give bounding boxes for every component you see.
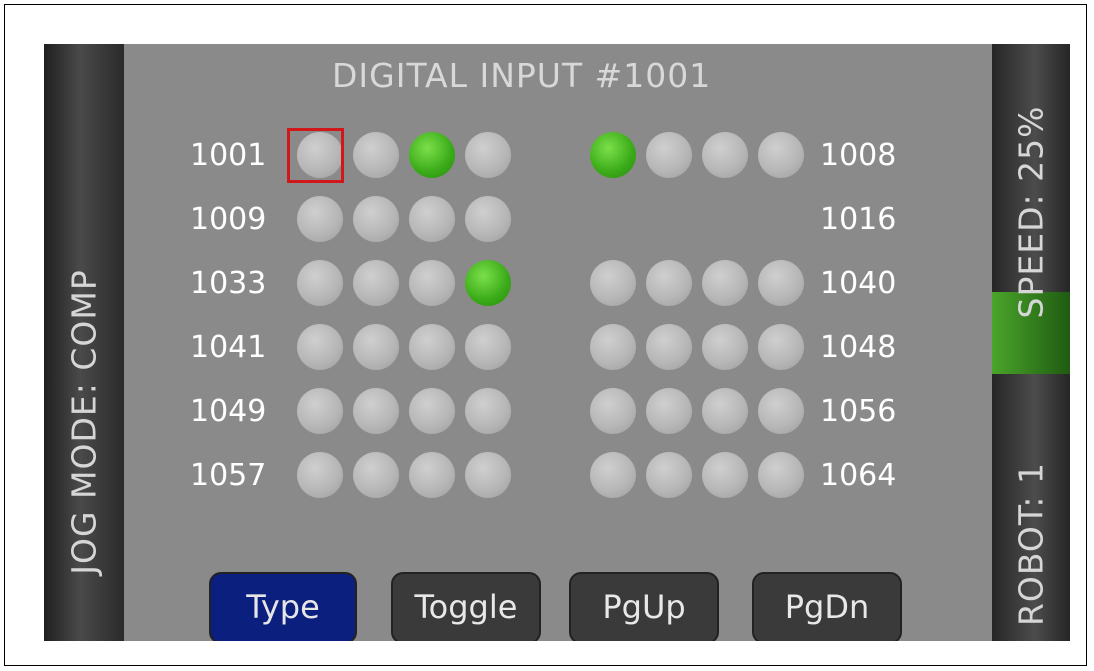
input-led[interactable] — [465, 196, 511, 242]
input-row-label-left: 1033 — [190, 266, 267, 301]
input-led[interactable] — [409, 196, 455, 242]
input-led[interactable] — [409, 260, 455, 306]
input-led[interactable] — [702, 324, 748, 370]
input-led[interactable] — [297, 452, 343, 498]
input-row-label-right: 1064 — [820, 458, 897, 493]
input-led[interactable] — [297, 260, 343, 306]
input-row-label-left: 1001 — [190, 138, 267, 173]
input-led[interactable] — [409, 132, 455, 178]
input-led[interactable] — [758, 260, 804, 306]
jog-mode-label: JOG MODE: COMP — [64, 269, 104, 575]
pendant-screen: JOG MODE: COMP DIGITAL INPUT #1001 1001 1… — [44, 44, 1070, 641]
input-led[interactable] — [590, 324, 636, 370]
input-led[interactable] — [409, 452, 455, 498]
type-button[interactable]: Type — [209, 572, 357, 641]
input-row-label-left: 1057 — [190, 458, 267, 493]
input-led[interactable] — [646, 324, 692, 370]
input-led[interactable] — [758, 324, 804, 370]
input-led[interactable] — [465, 388, 511, 434]
speed-label: SPEED: 25% — [1011, 105, 1051, 319]
input-row-label-left: 1049 — [190, 394, 267, 429]
input-led[interactable] — [297, 196, 343, 242]
input-led[interactable] — [297, 388, 343, 434]
input-led[interactable] — [409, 324, 455, 370]
input-led[interactable] — [353, 132, 399, 178]
input-led[interactable] — [702, 452, 748, 498]
input-led[interactable] — [702, 132, 748, 178]
input-led[interactable] — [353, 324, 399, 370]
page-title: DIGITAL INPUT #1001 — [332, 56, 712, 95]
input-row-label-left: 1009 — [190, 202, 267, 237]
input-led[interactable] — [353, 196, 399, 242]
input-row-label-right: 1056 — [820, 394, 897, 429]
input-led[interactable] — [646, 452, 692, 498]
input-led[interactable] — [758, 132, 804, 178]
input-led[interactable] — [465, 260, 511, 306]
input-led[interactable] — [590, 132, 636, 178]
input-led[interactable] — [465, 324, 511, 370]
input-led[interactable] — [590, 388, 636, 434]
pgdn-button[interactable]: PgDn — [752, 572, 902, 641]
input-led[interactable] — [646, 260, 692, 306]
right-status-bar: SPEED: 25% ROBOT: 1 — [992, 44, 1070, 641]
input-led[interactable] — [590, 452, 636, 498]
input-row-label-right: 1040 — [820, 266, 897, 301]
left-status-bar: JOG MODE: COMP — [44, 44, 124, 641]
input-led[interactable] — [353, 452, 399, 498]
input-row-label-right: 1008 — [820, 138, 897, 173]
input-led[interactable] — [297, 324, 343, 370]
input-led[interactable] — [646, 388, 692, 434]
input-led[interactable] — [702, 388, 748, 434]
input-led[interactable] — [590, 260, 636, 306]
input-row-label-right: 1016 — [820, 202, 897, 237]
input-led[interactable] — [465, 452, 511, 498]
input-row-label-left: 1041 — [190, 330, 267, 365]
selection-cursor — [287, 128, 344, 183]
input-led[interactable] — [646, 132, 692, 178]
pgup-button[interactable]: PgUp — [569, 572, 719, 641]
toggle-button[interactable]: Toggle — [391, 572, 541, 641]
input-led[interactable] — [353, 388, 399, 434]
input-led[interactable] — [465, 132, 511, 178]
input-led[interactable] — [758, 388, 804, 434]
robot-label: ROBOT: 1 — [1011, 461, 1051, 627]
input-led[interactable] — [409, 388, 455, 434]
input-row-label-right: 1048 — [820, 330, 897, 365]
input-led[interactable] — [758, 452, 804, 498]
input-led[interactable] — [353, 260, 399, 306]
input-led[interactable] — [702, 260, 748, 306]
